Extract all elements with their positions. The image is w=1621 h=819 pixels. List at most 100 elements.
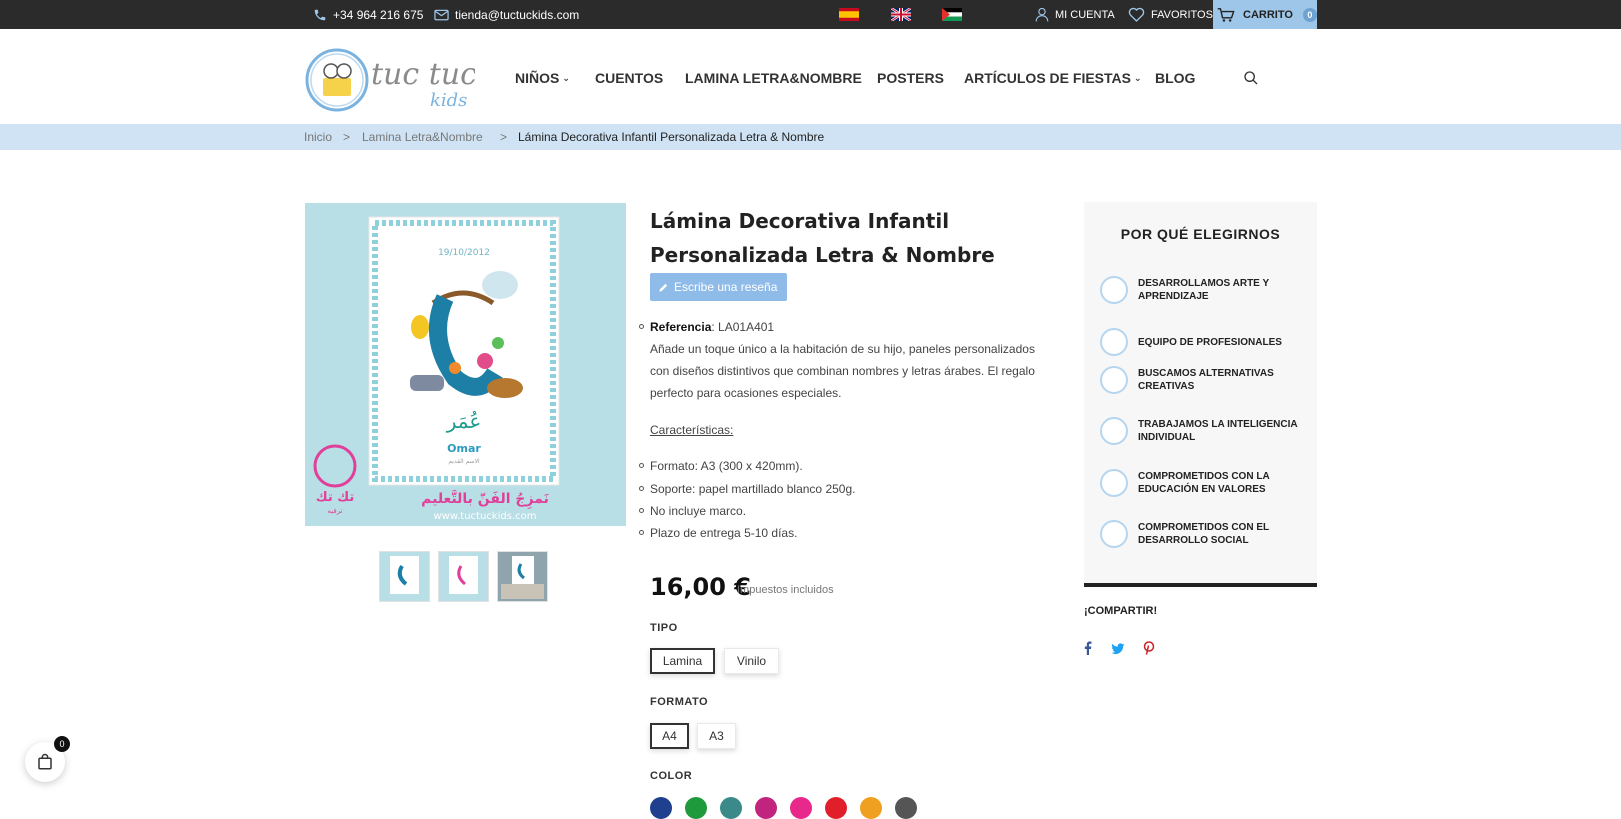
product-title: Lámina Decorativa Infantil Personalizada… xyxy=(650,204,1050,272)
why-item-line: EDUCACIÓN EN VALORES xyxy=(1138,484,1266,495)
why-item-line: BUSCAMOS ALTERNATIVAS xyxy=(1138,368,1274,379)
team-icon xyxy=(1100,328,1128,356)
product-title-line1: Lámina Decorativa Infantil xyxy=(650,209,950,233)
breadcrumb-current: Lámina Decorativa Infantil Personalizada… xyxy=(518,130,825,144)
poster-slogan: نَمزِجُ الفَنّ بالتَّعليم xyxy=(421,489,549,509)
why-item-line: INDIVIDUAL xyxy=(1138,432,1196,443)
color-swatch[interactable] xyxy=(825,797,847,819)
nav-lamina[interactable]: LAMINA LETRA&NOMBRE xyxy=(685,70,862,86)
color-swatch[interactable] xyxy=(685,797,707,819)
nav-fiestas-label: ARTÍCULOS DE FIESTAS xyxy=(964,70,1131,86)
product-description-line: Añade un toque único a la habitación de … xyxy=(650,342,1035,356)
nav-blog[interactable]: BLOG xyxy=(1155,70,1195,86)
write-review-label: Escribe una reseña xyxy=(674,280,778,294)
shopping-bag-icon xyxy=(38,753,52,770)
list-bullet xyxy=(639,324,644,329)
facebook-share-button[interactable] xyxy=(1084,641,1092,660)
tax-note: Impuestos incluidos xyxy=(737,584,834,596)
list-bullet xyxy=(639,530,644,535)
cart-count-badge: 0 xyxy=(1302,7,1317,22)
thumbnail-graphic xyxy=(449,556,478,594)
site-logo[interactable]: tuc tuc kids xyxy=(305,48,477,113)
uk-flag-icon[interactable] xyxy=(891,8,911,21)
floating-cart-count: 0 xyxy=(54,736,70,752)
breadcrumb-category[interactable]: Lamina Letra&Nombre xyxy=(362,130,483,144)
color-swatch[interactable] xyxy=(895,797,917,819)
why-item-text: EQUIPO DE PROFESIONALES xyxy=(1138,336,1282,349)
color-swatch[interactable] xyxy=(755,797,777,819)
my-account-link[interactable]: MI CUENTA xyxy=(1035,0,1115,29)
favorites-label: FAVORITOS xyxy=(1151,8,1213,21)
plant-icon xyxy=(1100,520,1128,548)
why-item: TRABAJAMOS LA INTELIGENCIA INDIVIDUAL xyxy=(1100,417,1310,445)
product-thumbnail[interactable] xyxy=(497,551,548,602)
facebook-icon xyxy=(1084,641,1092,655)
heart-values-icon xyxy=(1100,469,1128,497)
breadcrumb: Inicio > Lamina Letra&Nombre > Lámina De… xyxy=(0,124,1621,150)
product-title-line2: Personalizada Letra & Nombre xyxy=(650,243,995,267)
why-item-text: COMPROMETIDOS CON EL DESARROLLO SOCIAL xyxy=(1138,521,1269,547)
logo-text-main: tuc tuc xyxy=(371,57,475,92)
twitter-share-button[interactable] xyxy=(1111,642,1125,660)
product-main-image[interactable]: 19/10/2012 عُمَر Omar الاسم القديم تك تك… xyxy=(305,203,626,526)
feature-item: No incluye marco. xyxy=(650,504,747,518)
poster-url: www.tuctuckids.com xyxy=(434,511,537,522)
search-button[interactable] xyxy=(1243,70,1259,91)
color-swatch[interactable] xyxy=(790,797,812,819)
why-item-line: APRENDIZAJE xyxy=(1138,291,1209,302)
feature-item: Plazo de entrega 5-10 días. xyxy=(650,526,798,540)
product-thumbnail[interactable] xyxy=(438,551,489,602)
mail-icon xyxy=(434,9,449,20)
color-swatch[interactable] xyxy=(860,797,882,819)
brand-arabic-sub: ترفيه xyxy=(327,507,342,515)
formato-option-a3[interactable]: A3 xyxy=(697,723,736,749)
nav-cuentos[interactable]: CUENTOS xyxy=(595,70,663,86)
heart-icon xyxy=(1128,7,1145,22)
email-text: tienda@tuctuckids.com xyxy=(455,7,580,22)
product-price: 16,00 € xyxy=(650,573,751,601)
nav-posters[interactable]: POSTERS xyxy=(877,70,944,86)
phone-text: +34 964 216 675 xyxy=(333,7,424,22)
user-icon xyxy=(1035,7,1049,22)
cart-label: CARRITO xyxy=(1243,8,1293,21)
why-item: BUSCAMOS ALTERNATIVAS CREATIVAS xyxy=(1100,366,1310,394)
logo-graphic: tuc tuc kids xyxy=(305,48,477,112)
tipo-option-vinilo[interactable]: Vinilo xyxy=(724,648,779,674)
why-item-line: CREATIVAS xyxy=(1138,381,1195,392)
formato-option-a4[interactable]: A4 xyxy=(650,723,689,749)
why-item: COMPROMETIDOS CON LA EDUCACIÓN EN VALORES xyxy=(1100,469,1310,497)
color-swatch[interactable] xyxy=(720,797,742,819)
pencil-icon xyxy=(659,283,668,292)
nav-ninos-label: NIÑOS xyxy=(515,70,560,86)
why-item: EQUIPO DE PROFESIONALES xyxy=(1100,328,1310,356)
why-item-line: DESARROLLAMOS ARTE Y xyxy=(1138,278,1270,289)
favorites-link[interactable]: FAVORITOS xyxy=(1128,0,1213,29)
feature-item: Formato: A3 (300 x 420mm). xyxy=(650,459,803,473)
nav-posters-label: POSTERS xyxy=(877,70,944,86)
share-label: ¡COMPARTIR! xyxy=(1084,605,1158,617)
product-description-line: perfecto para ocasiones especiales. xyxy=(650,386,842,400)
write-review-button[interactable]: Escribe una reseña xyxy=(650,273,787,301)
nav-fiestas[interactable]: ARTÍCULOS DE FIESTAS ⌄ xyxy=(964,70,1142,86)
product-reference: Referencia: LA01A401 xyxy=(650,316,774,338)
phone-link[interactable]: +34 964 216 675 xyxy=(313,0,423,29)
email-link[interactable]: tienda@tuctuckids.com xyxy=(434,0,579,29)
palestine-flag-icon[interactable] xyxy=(942,8,962,21)
logo-text-sub: kids xyxy=(430,90,467,111)
why-item-text: COMPROMETIDOS CON LA EDUCACIÓN EN VALORES xyxy=(1138,470,1270,496)
product-thumbnail[interactable] xyxy=(379,551,430,602)
spain-flag-icon[interactable] xyxy=(839,8,859,21)
poster-arabic-name: عُمَر xyxy=(446,409,482,433)
features-heading: Características: xyxy=(650,423,734,437)
phone-icon xyxy=(314,9,326,20)
product-image-graphic: 19/10/2012 عُمَر Omar الاسم القديم تك تك… xyxy=(313,216,560,522)
formato-label: FORMATO xyxy=(650,696,709,708)
twitter-icon xyxy=(1111,643,1125,655)
pinterest-share-button[interactable] xyxy=(1143,641,1155,660)
tipo-option-lamina[interactable]: Lamina xyxy=(650,648,715,674)
cart-button[interactable]: CARRITO 0 xyxy=(1213,0,1317,29)
nav-ninos[interactable]: NIÑOS ⌄ xyxy=(515,70,570,86)
color-swatch[interactable] xyxy=(650,797,672,819)
breadcrumb-home[interactable]: Inicio xyxy=(304,130,332,144)
why-item-line: COMPROMETIDOS CON EL xyxy=(1138,522,1270,533)
